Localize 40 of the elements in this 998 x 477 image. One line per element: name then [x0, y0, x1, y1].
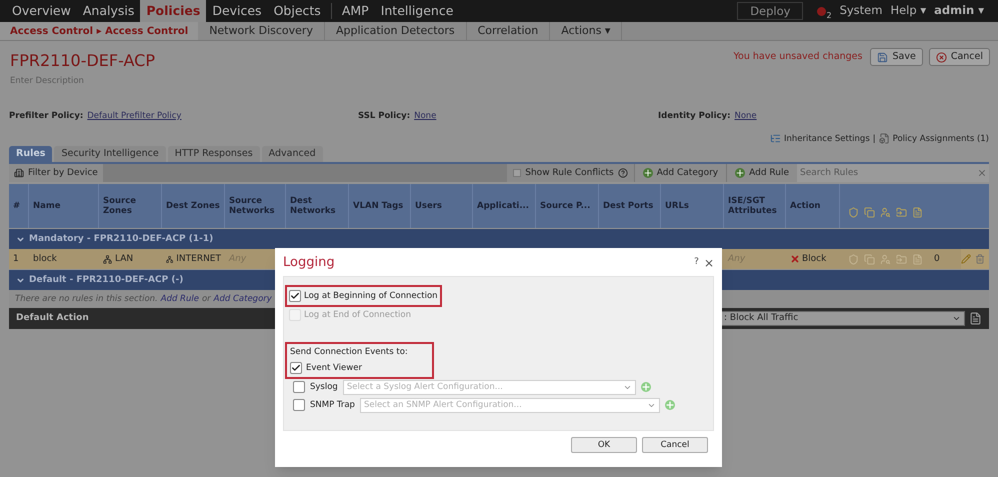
column-header: VLAN Tags	[349, 184, 411, 228]
table-cell-text: Block	[802, 252, 826, 266]
column-header: Users	[411, 184, 473, 228]
column-header: Name	[29, 184, 99, 228]
table-cell-text: INTERNET	[176, 252, 221, 266]
column-header: #	[9, 184, 29, 228]
column-header: Action	[786, 184, 840, 228]
column-header: URLs	[661, 184, 724, 228]
policy-field-label: Identity Policy:	[658, 110, 730, 122]
show-rule-conflicts-label: Show Rule Conflicts	[525, 166, 614, 180]
column-header: Source P...	[536, 184, 599, 228]
column-header: Source Zones	[99, 184, 162, 228]
column-header: Dest Networks	[286, 184, 349, 228]
checkbox-label: SNMP Trap	[310, 398, 355, 412]
policy-title: FPR2110-DEF-ACP	[10, 50, 155, 72]
column-header: Dest Zones	[162, 184, 225, 228]
table-cell-text: 0	[934, 252, 940, 266]
dialog-title: Logging	[283, 254, 335, 272]
checkbox-label: Event Viewer	[306, 362, 362, 374]
column-header: Applicati...	[473, 184, 536, 228]
default-action-label: Default Action	[16, 312, 89, 325]
policy-field-label: SSL Policy:	[358, 110, 410, 122]
unsaved-changes-text: You have unsaved changes	[734, 50, 862, 64]
or-text: or	[202, 292, 211, 306]
alert-count: 2	[826, 10, 832, 22]
empty-section-text: There are no rules in this section.	[15, 292, 158, 306]
send-events-label: Send Connection Events to:	[290, 346, 409, 359]
separator-text: |	[872, 132, 876, 146]
column-header: Source Networks	[225, 184, 286, 228]
section-title: Mandatory - FPR2110-DEF-ACP (1-1)	[29, 232, 214, 246]
table-cell-text: 1	[12, 252, 20, 266]
checkbox-label: Log at Beginning of Connection	[304, 290, 438, 302]
policy-field-label: Prefilter Policy:	[9, 110, 84, 122]
table-cell-text: LAN	[115, 252, 134, 266]
checkbox-label: Log at End of Connection	[304, 308, 411, 322]
section-title: Default - FPR2110-DEF-ACP (-)	[29, 274, 184, 286]
checkbox-label: Syslog	[310, 380, 338, 394]
table-cell-text: block	[32, 252, 58, 266]
column-header: ISE/SGT Attributes	[724, 184, 786, 228]
column-header: Dest Ports	[599, 184, 661, 228]
